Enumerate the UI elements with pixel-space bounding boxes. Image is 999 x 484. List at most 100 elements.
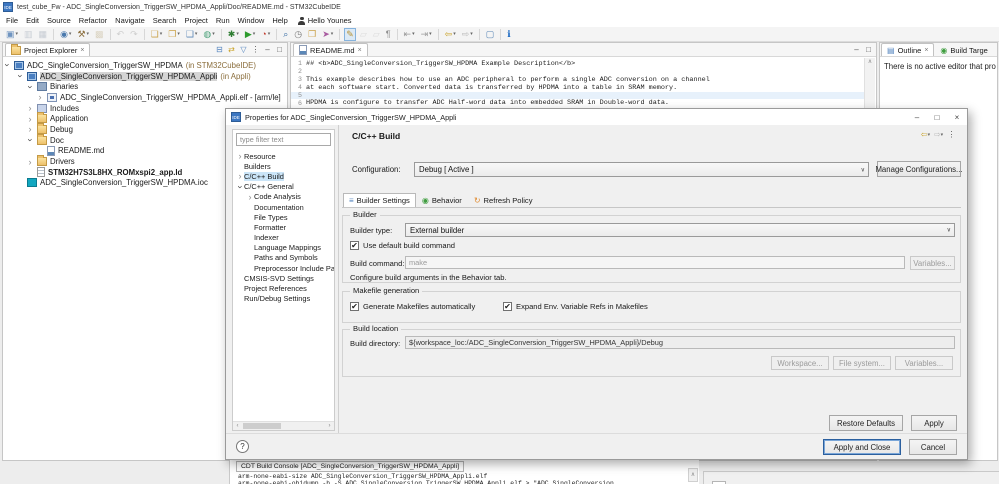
close-icon[interactable]: × (947, 110, 967, 124)
new-file-icon[interactable]: ❑▾ (183, 28, 200, 41)
nav-item[interactable]: CMSIS-SVD Settings (233, 273, 334, 283)
tab-outline[interactable]: ▤ Outline × (881, 43, 934, 56)
console-scroll-up-icon[interactable]: ∧ (688, 468, 698, 482)
nav-item[interactable]: Project References (233, 283, 334, 293)
markdown-edit-icon[interactable]: ✎▾ (344, 28, 357, 41)
expander-icon[interactable] (246, 193, 254, 201)
back-icon[interactable]: ⇦▾ (920, 129, 931, 140)
debug-icon[interactable]: ✱▾ (225, 28, 241, 41)
nav-item[interactable]: Builders (233, 161, 334, 171)
close-icon[interactable]: × (358, 47, 362, 54)
menu-item[interactable]: File (2, 16, 22, 25)
preview-toggle-icon[interactable]: ▱▾ (357, 28, 369, 41)
nav-item[interactable]: Code Analysis (233, 192, 334, 202)
run-icon[interactable]: ▶▾ (242, 28, 257, 41)
forward-icon[interactable]: ⇨▾ (933, 129, 944, 140)
paragraph-icon[interactable]: ¶▾ (383, 28, 393, 41)
filter-input[interactable] (236, 133, 331, 146)
menu-item[interactable]: Window (234, 16, 269, 25)
menu-item[interactable]: Navigate (111, 16, 149, 25)
collapse-all-icon[interactable]: ⊟▾ (214, 44, 225, 55)
expander-icon[interactable] (236, 183, 244, 191)
undo-icon[interactable]: ↶▾ (114, 28, 127, 41)
link-with-editor-icon[interactable]: ⇄▾ (226, 44, 237, 55)
padlock-icon[interactable]: ▩▾ (93, 28, 107, 41)
tree-item[interactable]: ADC_SingleConversion_TriggerSW_HPDMA (in… (3, 60, 287, 71)
use-default-build-command-checkbox[interactable] (350, 241, 359, 250)
open-folder-icon[interactable]: ❒▾ (306, 28, 319, 41)
view-menu-icon[interactable]: ⋮▾ (946, 129, 957, 140)
nav-item[interactable]: Indexer (233, 233, 334, 243)
generate-makefiles-checkbox[interactable] (350, 302, 359, 311)
settings-tab[interactable]: ≡Builder Settings (343, 193, 416, 207)
tab-build-targets[interactable]: ◉ Build Targe (934, 43, 993, 56)
nav-item[interactable]: C/C++ General (233, 182, 334, 192)
tree-item[interactable]: ADC_SingleConversion_TriggerSW_HPDMA_App… (3, 71, 287, 82)
scroll-up-icon[interactable]: ∧ (865, 58, 875, 67)
apply-and-close-button[interactable]: Apply and Close (823, 439, 901, 455)
scroll-thumb[interactable] (243, 423, 281, 429)
launch-icon[interactable]: ➤▾ (320, 28, 336, 41)
user-label[interactable]: Hello Younes (308, 16, 352, 25)
nav-item[interactable]: C/C++ Build (233, 171, 334, 181)
nav-item[interactable]: Formatter (233, 222, 334, 232)
menu-item[interactable]: Refactor (75, 16, 111, 25)
search-icon[interactable]: ⌕▾ (281, 28, 291, 41)
variables-button[interactable]: Variables... (895, 356, 953, 370)
device-configuration-icon[interactable]: ◍▾ (201, 28, 217, 41)
back-icon[interactable]: ⇦▾ (442, 28, 458, 41)
menu-item[interactable]: Edit (22, 16, 43, 25)
user-icon[interactable] (298, 17, 306, 25)
manage-configurations-button[interactable]: Manage Configurations... (877, 161, 961, 177)
settings-tab[interactable]: ↻Refresh Policy (468, 193, 539, 207)
profile-icon[interactable]: ◔▾ (259, 28, 273, 41)
info-icon[interactable]: ℹ▾ (505, 28, 513, 41)
expand-env-refs-checkbox[interactable] (503, 302, 512, 311)
tab-project-explorer[interactable]: Project Explorer × (5, 43, 90, 56)
configuration-select[interactable]: Debug [ Active ] (414, 162, 869, 177)
new-cpp-project-icon[interactable]: ❐▾ (166, 28, 183, 41)
view-menu-icon[interactable]: ⋮▾ (250, 44, 261, 55)
expander-icon[interactable] (26, 125, 34, 133)
expander-icon[interactable] (26, 104, 34, 112)
minimize-icon[interactable]: – (907, 110, 927, 124)
settings-tab[interactable]: ◉Behavior (416, 193, 468, 207)
redo-icon[interactable]: ↷▾ (128, 28, 141, 41)
console-output[interactable]: arm-none-eabi-size ADC_SingleConversion_… (238, 473, 699, 484)
nav-hscrollbar[interactable]: ‹ › (233, 421, 334, 430)
close-icon[interactable]: × (80, 47, 84, 54)
expander-icon[interactable] (26, 158, 34, 166)
scroll-right-icon[interactable]: › (325, 422, 334, 430)
maximize-icon[interactable]: □▾ (274, 44, 285, 55)
tab-readme[interactable]: README.md × (293, 43, 368, 56)
maximize-icon[interactable]: □ (927, 110, 947, 124)
build-directory-input[interactable]: ${workspace_loc:/ADC_SingleConversion_Tr… (405, 336, 955, 349)
history-icon[interactable]: ◷▾ (292, 28, 305, 41)
last-edit-location-icon[interactable]: ⇤▾ (401, 28, 417, 41)
target-icon[interactable]: ◉▾ (58, 28, 74, 41)
nav-item[interactable]: Run/Debug Settings (233, 294, 334, 304)
file-system-button[interactable]: File system... (833, 356, 891, 370)
expander-icon[interactable] (16, 72, 24, 80)
tree-item[interactable]: ADC_SingleConversion_TriggerSW_HPDMA_App… (3, 92, 287, 103)
nav-item[interactable]: Language Mappings (233, 243, 334, 253)
tree-item[interactable]: Binaries (3, 81, 287, 92)
menu-item[interactable]: Project (181, 16, 212, 25)
cancel-button[interactable]: Cancel (909, 439, 957, 455)
expander-icon[interactable] (3, 61, 11, 69)
open-perspective-icon[interactable]: ▢▾ (483, 28, 497, 41)
nav-item[interactable]: Resource (233, 151, 334, 161)
nav-item[interactable]: Documentation (233, 202, 334, 212)
build-command-input[interactable]: make (405, 256, 905, 269)
nav-item[interactable]: File Types (233, 212, 334, 222)
nav-item[interactable]: Preprocessor Include Pat (233, 263, 334, 273)
minimize-icon[interactable]: –▾ (262, 44, 273, 55)
expander-icon[interactable] (26, 136, 34, 144)
nav-item[interactable]: Paths and Symbols (233, 253, 334, 263)
menu-item[interactable]: Search (149, 16, 181, 25)
outline-toggle-icon[interactable]: ▱▾ (370, 28, 382, 41)
new-wizard-icon[interactable]: ▣▾ (4, 28, 21, 41)
minimize-icon[interactable]: –▾ (851, 44, 862, 55)
builder-type-select[interactable]: External builder (405, 223, 955, 237)
tab-cdt-build-console[interactable]: CDT Build Console [ADC_SingleConversion_… (236, 461, 464, 472)
